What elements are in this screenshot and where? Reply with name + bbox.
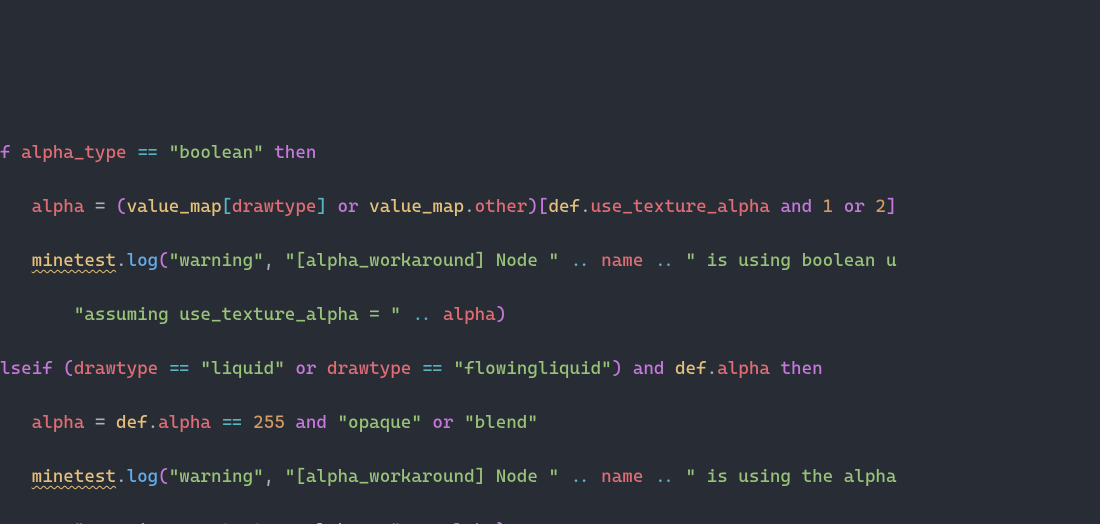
diagnostic-underline: minetest — [32, 250, 116, 271]
code-line: lseif (drawtype == "liquid" or drawtype … — [0, 355, 1100, 382]
code-line: alpha = def.alpha == 255 and "opaque" or… — [0, 409, 1100, 436]
code-line: "assuming use_texture_alpha = " .. alpha… — [0, 301, 1100, 328]
code-line: f alpha_type == "boolean" then — [0, 139, 1100, 166]
code-line: minetest.log("warning", "[alpha_workarou… — [0, 463, 1100, 490]
code-line: "assuming use_texture_alpha = " .. alpha… — [0, 517, 1100, 524]
code-line: minetest.log("warning", "[alpha_workarou… — [0, 247, 1100, 274]
code-line: alpha = (value_map[drawtype] or value_ma… — [0, 193, 1100, 220]
diagnostic-underline: minetest — [32, 466, 116, 487]
code-editor[interactable]: f alpha_type == "boolean" then alpha = (… — [0, 112, 1100, 524]
